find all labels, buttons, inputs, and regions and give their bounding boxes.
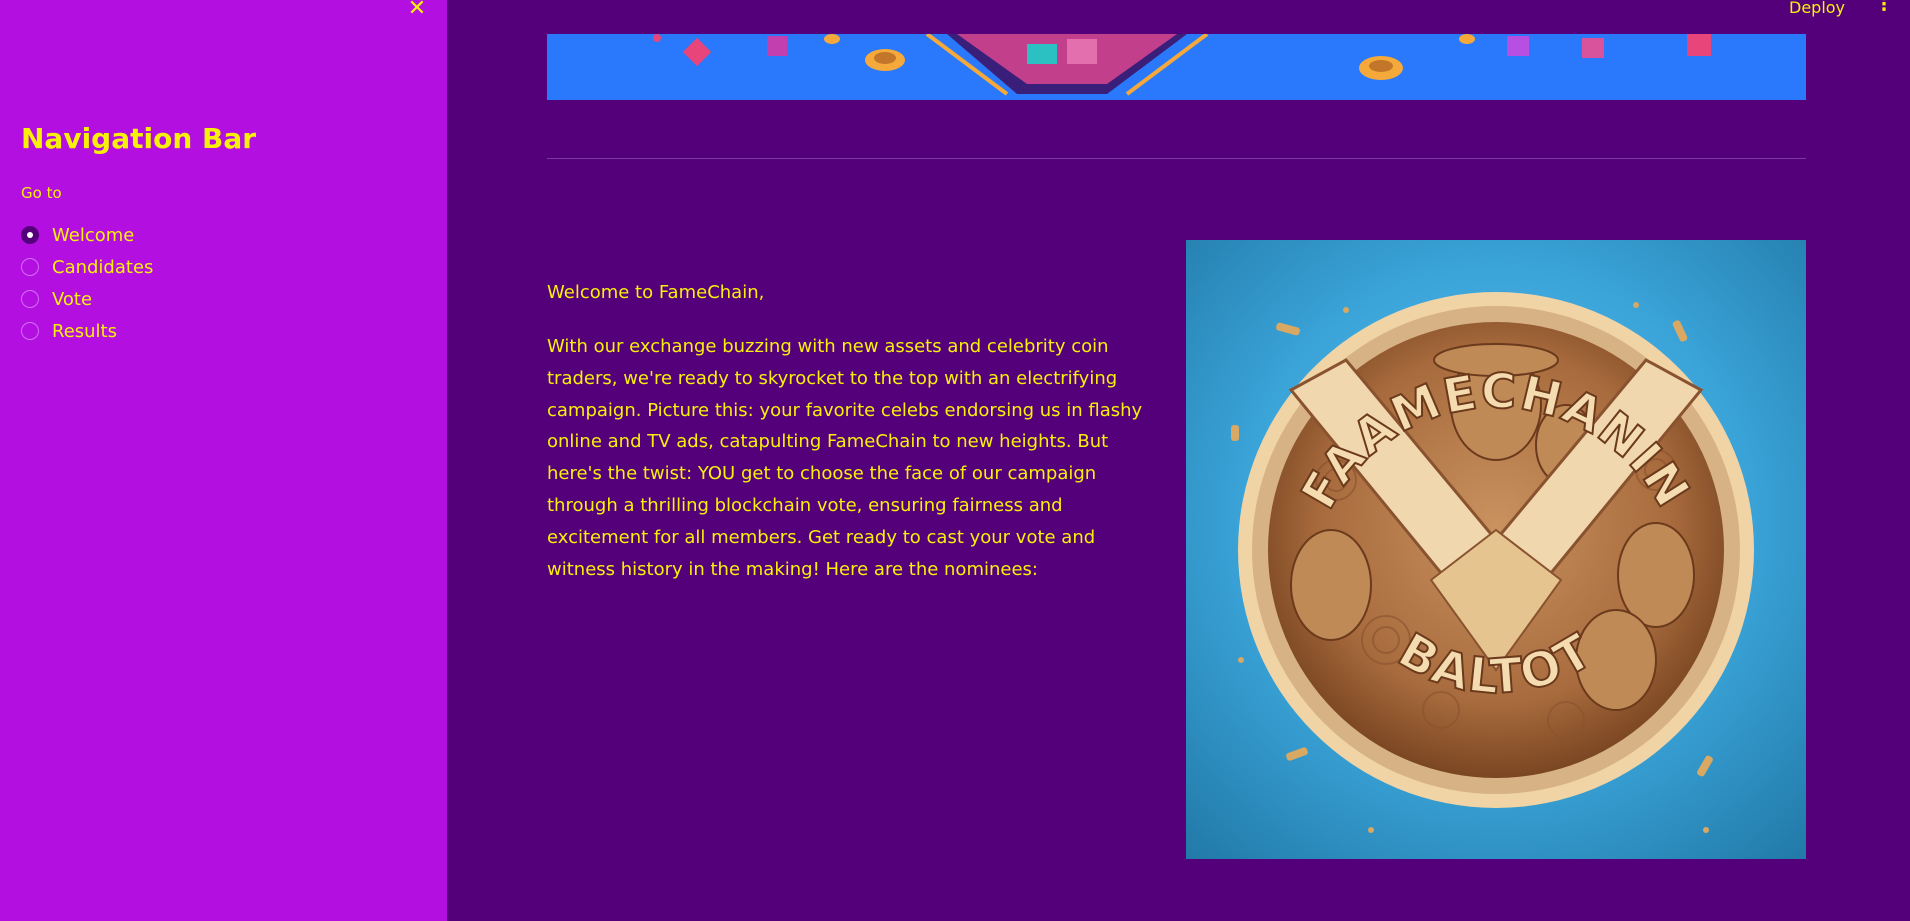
intro-paragraph: With our exchange buzzing with new asset… xyxy=(547,336,1143,580)
deploy-button[interactable]: Deploy xyxy=(1789,0,1845,17)
radio-label-candidates: Candidates xyxy=(52,256,154,278)
radio-option-candidates[interactable]: Candidates xyxy=(21,251,153,283)
goto-label: Go to xyxy=(21,184,62,202)
kebab-menu-icon[interactable]: ⋮ xyxy=(1875,0,1893,15)
radio-option-results[interactable]: Results xyxy=(21,315,153,347)
close-icon[interactable]: ✕ xyxy=(406,0,428,22)
banner-image xyxy=(547,34,1806,100)
nav-radio-group: Welcome Candidates Vote Results xyxy=(21,219,153,347)
radio-unselected-icon[interactable] xyxy=(21,322,39,340)
radio-unselected-icon[interactable] xyxy=(21,290,39,308)
radio-label-vote: Vote xyxy=(52,288,93,310)
radio-label-results: Results xyxy=(52,320,117,342)
radio-unselected-icon[interactable] xyxy=(21,258,39,276)
radio-option-vote[interactable]: Vote xyxy=(21,283,153,315)
radio-selected-icon[interactable] xyxy=(21,226,39,244)
sidebar: ✕ Navigation Bar Go to Welcome Candidate… xyxy=(0,0,447,921)
radio-option-welcome[interactable]: Welcome xyxy=(21,219,153,251)
famechain-ballot-coin-image: FAAMECHANIN BALTOT xyxy=(1186,240,1806,859)
welcome-text: Welcome to FameChain, xyxy=(547,282,765,303)
sidebar-title: Navigation Bar xyxy=(21,122,257,155)
radio-label-welcome: Welcome xyxy=(52,224,135,246)
divider xyxy=(547,158,1806,159)
